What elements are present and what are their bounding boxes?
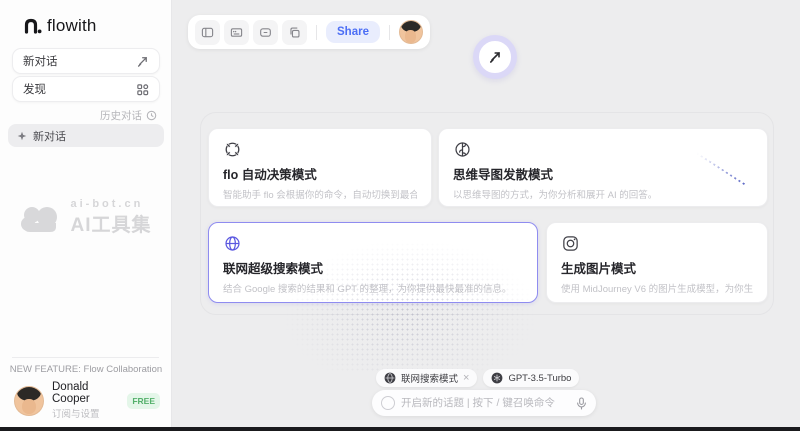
discover-label: 发现 [23,81,46,97]
footer-divider [12,357,159,358]
logo-wordmark: flowith [47,16,97,36]
copy-icon[interactable] [282,20,307,45]
toolbar-avatar[interactable] [399,20,423,44]
card-title: 联网超级搜索模式 [223,258,523,277]
user-account-row[interactable]: Donald Cooper 订阅与设置 FREE [14,381,160,420]
globe-icon [223,234,242,253]
toolbar-divider [389,25,390,40]
composer-bar [372,390,596,416]
mode-card-web-search[interactable]: 联网超级搜索模式 结合 Google 搜索的结果和 GPT 的整理，为你提供最快… [208,222,538,303]
card-title: 思维导图发散模式 [453,164,753,183]
target-icon [223,140,242,159]
cloud-logo-icon [20,203,62,233]
wand-arrow-icon [136,55,149,68]
user-name: Donald Cooper [52,381,127,405]
clock-icon [146,110,157,121]
toolbar-divider [316,25,317,40]
flowith-app: flowith 新对话 发现 历史对话 新对话 ai-bot.cn AI工具集 [0,0,800,431]
mindmap-icon [453,140,472,159]
mode-cards-group: flo 自动决策模式 智能助手 flo 会根据你的命令，自动切换到最合适的 AI… [200,112,774,315]
avatar [14,386,44,416]
sparkle-icon [17,131,27,141]
flowith-logo-icon [24,18,42,34]
history-chats-link[interactable]: 历史对话 [100,108,157,123]
card-description: 结合 Google 搜索的结果和 GPT 的整理，为你提供最快最准的信息。 [223,281,523,295]
sidebar-new-chat-button[interactable]: 新对话 [12,48,160,74]
card-description: 智能助手 flo 会根据你的命令，自动切换到最合适的 AI 模型。 [223,187,417,201]
root-node-badge[interactable] [473,35,517,79]
watermark: ai-bot.cn AI工具集 [0,198,172,237]
active-mode-chips: 联网搜索模式 × GPT-3.5-Turbo [376,369,579,387]
plan-badge: FREE [127,393,160,409]
mode-card-mindmap[interactable]: 思维导图发散模式 以思维导图的方式，为你分析和展开 AI 的回答。 [438,128,768,207]
mode-card-image-gen[interactable]: 生成图片模式 使用 MidJourney V6 的图片生成模型，为你生成图片。 [546,222,768,303]
flow-canvas[interactable]: Share flo 自动决策模式 智能助手 flo 会根据你的命令，自动切换到最… [172,0,800,427]
discover-icon [136,83,149,96]
watermark-line2: AI工具集 [70,210,151,237]
instagram-icon [561,234,580,253]
node-circle-icon [381,396,395,410]
share-button[interactable]: Share [326,21,380,43]
chip-model-gpt35[interactable]: GPT-3.5-Turbo [483,369,579,387]
topic-input[interactable] [401,397,570,409]
feature-banner[interactable]: NEW FEATURE: Flow Collaboration [0,364,172,375]
watermark-line1: ai-bot.cn [70,198,151,210]
sidebar-session-item[interactable]: 新对话 [8,124,164,147]
user-subtitle: 订阅与设置 [52,406,127,420]
sidebar-discover-button[interactable]: 发现 [12,76,160,102]
card-view-icon[interactable] [253,20,278,45]
user-meta: Donald Cooper 订阅与设置 [52,381,127,420]
microphone-icon[interactable] [576,397,587,410]
chip-web-search-mode[interactable]: 联网搜索模式 × [376,369,477,387]
close-icon[interactable]: × [463,373,469,384]
openai-icon [491,372,503,384]
chip-label: 联网搜索模式 [401,371,458,385]
history-label: 历史对话 [100,108,142,123]
notes-icon[interactable] [224,20,249,45]
new-chat-label: 新对话 [23,53,58,69]
session-label: 新对话 [33,128,66,144]
card-description: 使用 MidJourney V6 的图片生成模型，为你生成图片。 [561,281,753,295]
window-bottom-edge [0,427,800,431]
panel-left-icon[interactable] [195,20,220,45]
chip-label: GPT-3.5-Turbo [508,373,571,384]
sidebar: flowith 新对话 发现 历史对话 新对话 ai-bot.cn AI工具集 [0,0,172,427]
card-title: flo 自动决策模式 [223,164,417,183]
wand-arrow-icon [488,50,502,64]
logo[interactable]: flowith [24,16,97,36]
globe-filled-icon [384,372,396,384]
mode-card-flo-auto[interactable]: flo 自动决策模式 智能助手 flo 会根据你的命令，自动切换到最合适的 AI… [208,128,432,207]
card-description: 以思维导图的方式，为你分析和展开 AI 的回答。 [453,187,753,201]
card-title: 生成图片模式 [561,258,753,277]
canvas-toolbar: Share [188,15,430,49]
